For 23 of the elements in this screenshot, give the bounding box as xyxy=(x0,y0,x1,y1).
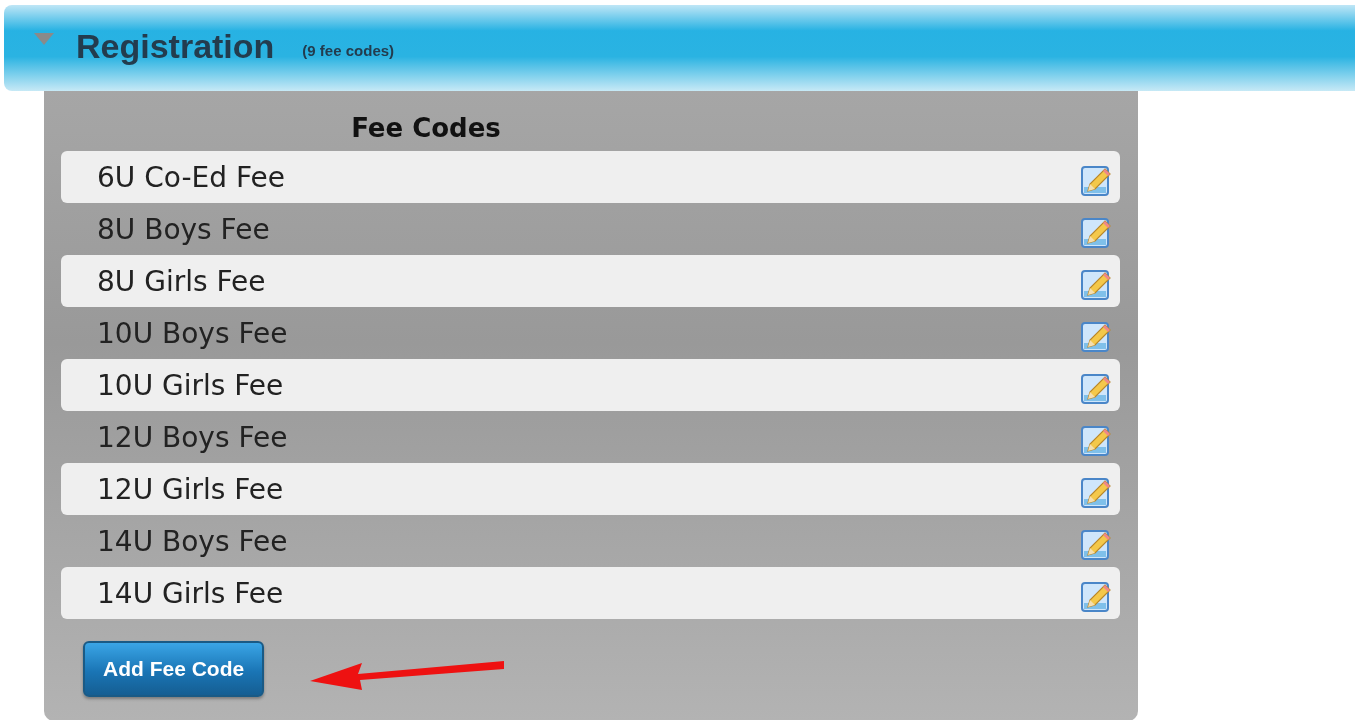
fee-code-name: 8U Girls Fee xyxy=(97,264,266,298)
fee-code-name: 14U Boys Fee xyxy=(97,524,288,558)
edit-pencil-icon[interactable] xyxy=(1080,321,1112,353)
section-header[interactable]: Registration (9 fee codes) xyxy=(4,5,1355,91)
edit-pencil-icon[interactable] xyxy=(1080,165,1112,197)
column-heading: Fee Codes xyxy=(350,112,502,145)
fee-code-name: 8U Boys Fee xyxy=(97,212,270,246)
edit-pencil-icon[interactable] xyxy=(1080,217,1112,249)
section-title: Registration xyxy=(76,26,275,66)
fee-code-name: 6U Co-Ed Fee xyxy=(97,160,285,194)
edit-pencil-icon[interactable] xyxy=(1080,529,1112,561)
fee-code-name: 12U Boys Fee xyxy=(97,420,288,454)
fee-code-name: 14U Girls Fee xyxy=(97,576,284,610)
edit-pencil-icon[interactable] xyxy=(1080,477,1112,509)
edit-pencil-icon[interactable] xyxy=(1080,425,1112,457)
fee-code-name: 10U Girls Fee xyxy=(97,368,284,402)
fee-code-count: (9 fee codes) xyxy=(302,41,395,59)
edit-pencil-icon[interactable] xyxy=(1080,269,1112,301)
fee-code-name: 10U Boys Fee xyxy=(97,316,288,350)
fee-code-name: 12U Girls Fee xyxy=(97,472,284,506)
add-fee-code-button[interactable]: Add Fee Code xyxy=(83,641,265,697)
edit-pencil-icon[interactable] xyxy=(1080,373,1112,405)
edit-pencil-icon[interactable] xyxy=(1080,581,1112,613)
